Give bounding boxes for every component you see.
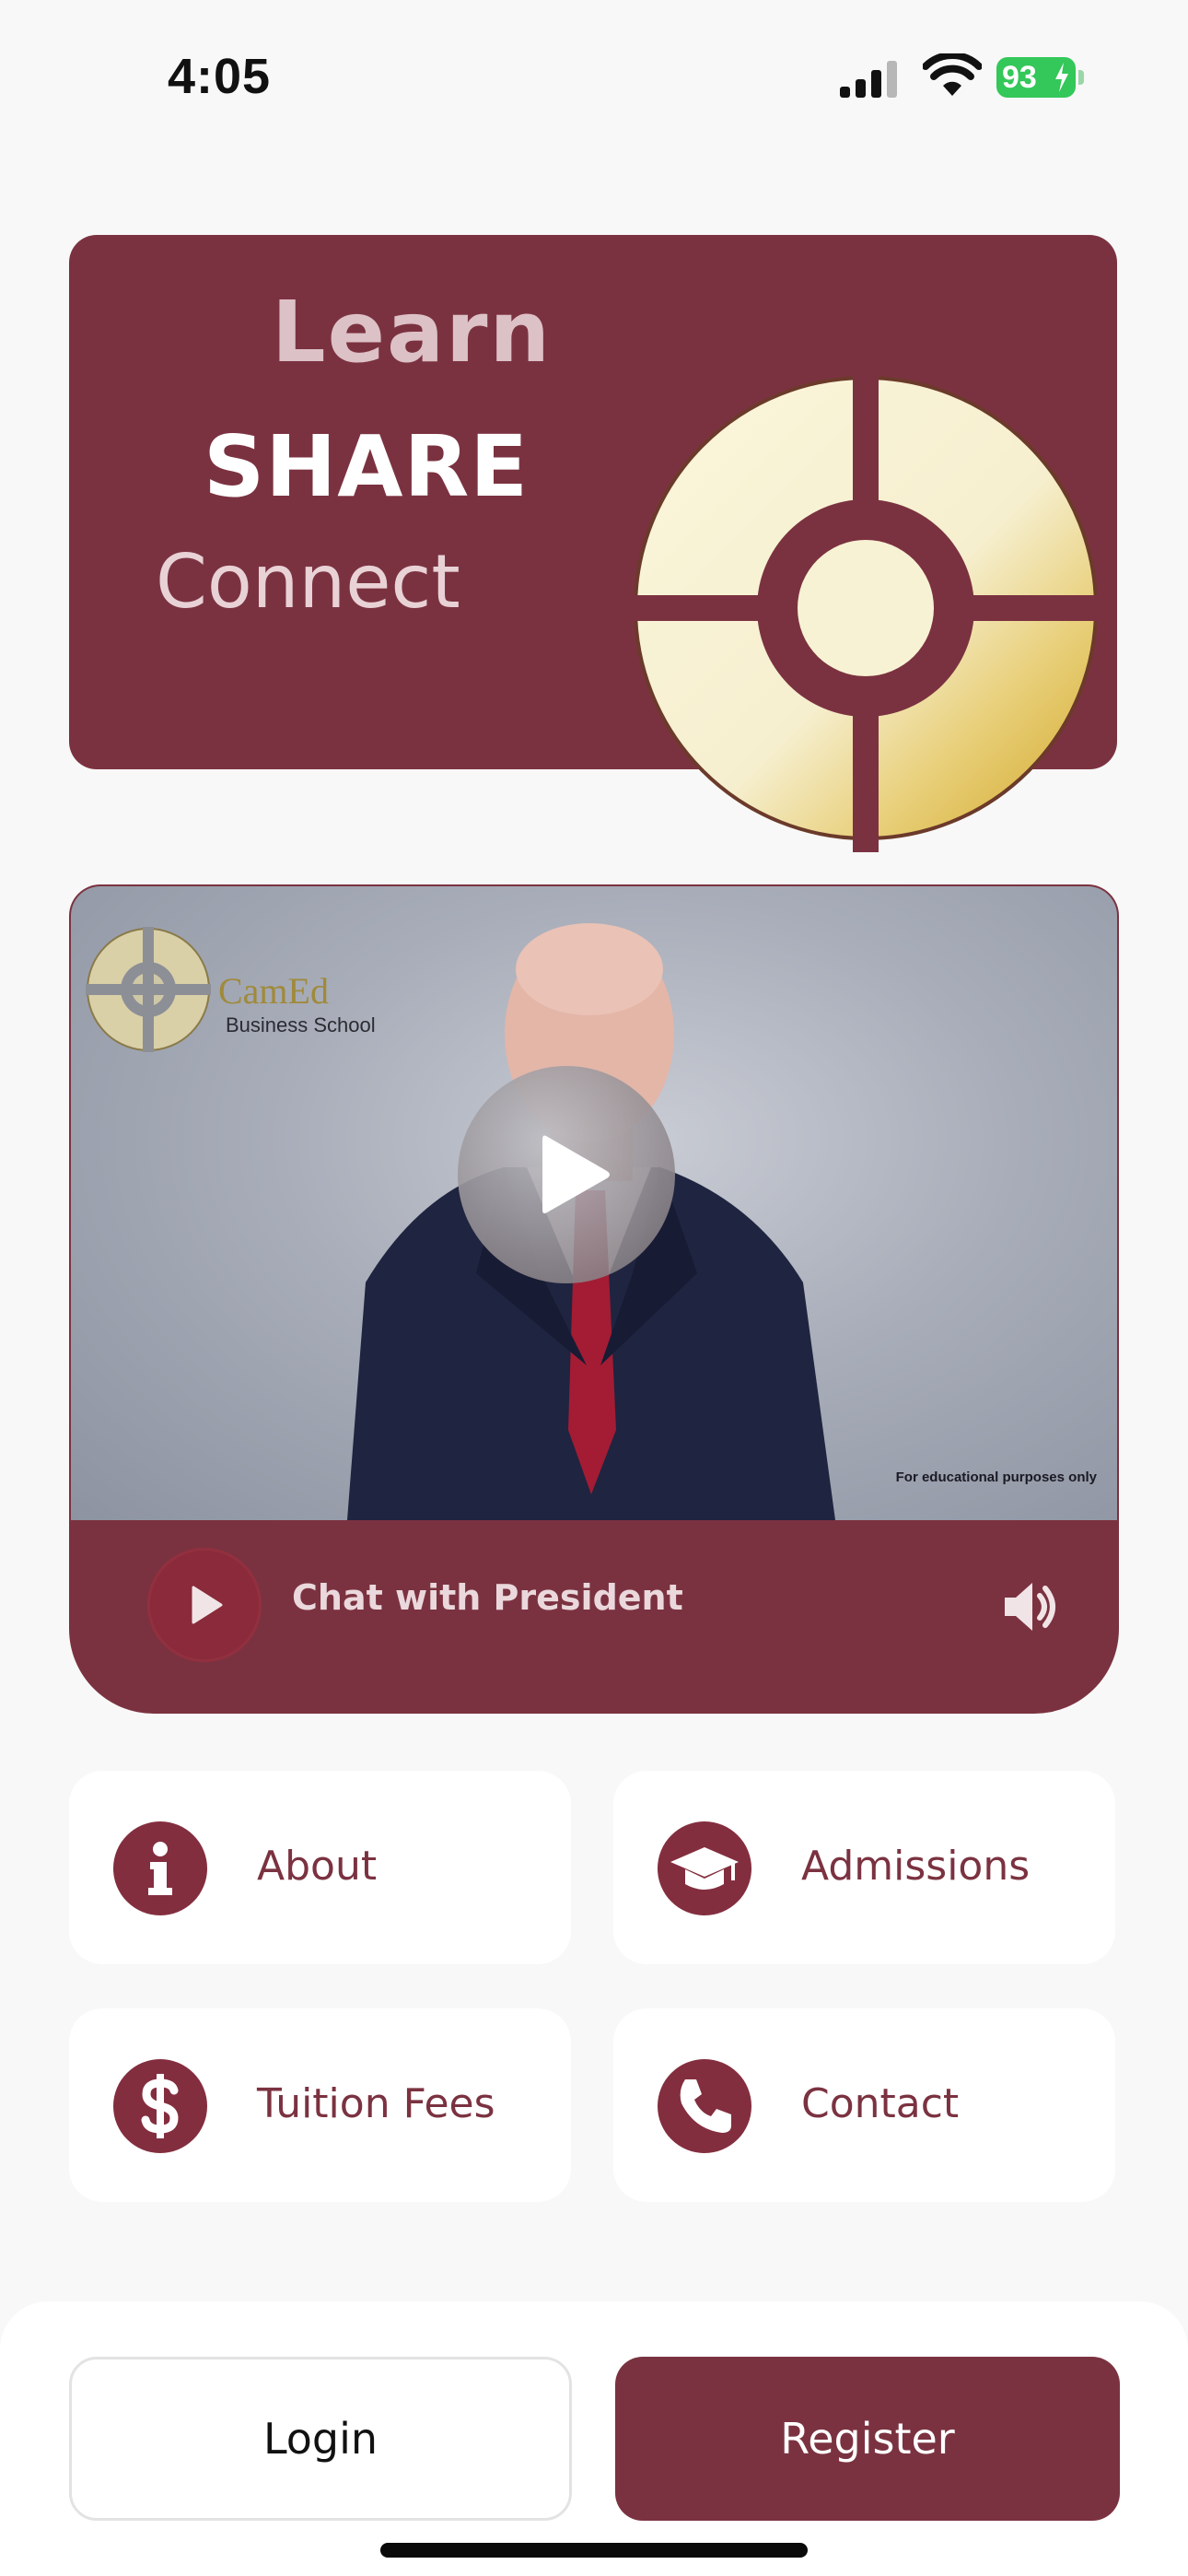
banner-learn: Learn xyxy=(272,283,552,381)
video-play-button[interactable] xyxy=(458,1066,675,1283)
menu-tile-about[interactable]: About xyxy=(69,1771,571,1964)
battery-nub xyxy=(1078,70,1084,85)
play-icon xyxy=(192,1586,223,1624)
audio-player-bar: Chat with President xyxy=(69,1520,1119,1714)
home-indicator[interactable] xyxy=(380,2543,808,2558)
signal-icon xyxy=(840,61,897,98)
wifi-icon xyxy=(923,53,982,96)
banner-share: SHARE xyxy=(204,417,530,516)
menu-tile-admissions[interactable]: Admissions xyxy=(613,1771,1115,1964)
graduation-cap-icon xyxy=(658,1821,751,1915)
school-name-top: CamEd xyxy=(218,970,329,1012)
info-icon xyxy=(113,1821,207,1915)
menu-tile-contact[interactable]: Contact xyxy=(613,2008,1115,2202)
menu-label-tuition-fees: Tuition Fees xyxy=(257,2080,495,2127)
register-button[interactable]: Register xyxy=(615,2357,1120,2521)
dollar-icon xyxy=(113,2059,207,2153)
video-player[interactable]: CamEd Business School For educational pu… xyxy=(71,886,1117,1520)
menu-label-admissions: Admissions xyxy=(801,1843,1031,1890)
video-card: CamEd Business School For educational pu… xyxy=(69,884,1119,1714)
volume-icon[interactable] xyxy=(1001,1577,1060,1636)
school-logo-icon xyxy=(626,373,1105,852)
banner-connect: Connect xyxy=(156,539,460,625)
charging-bolt-icon xyxy=(1055,63,1068,92)
video-watermark: For educational purposes only xyxy=(895,1469,1097,1485)
phone-icon xyxy=(658,2059,751,2153)
battery-level: 93 xyxy=(1002,60,1037,95)
player-title: Chat with President xyxy=(292,1577,683,1618)
play-icon xyxy=(542,1135,610,1213)
status-bar: 4:05 93 xyxy=(0,0,1188,157)
school-name-bottom: Business School xyxy=(226,1013,376,1036)
school-logo-small-icon xyxy=(86,927,211,1052)
chat-play-button[interactable] xyxy=(147,1548,262,1662)
menu-label-about: About xyxy=(257,1843,378,1890)
battery-icon: 93 xyxy=(996,57,1076,98)
login-button[interactable]: Login xyxy=(69,2357,572,2521)
auth-bottom-sheet: Login Register xyxy=(0,2301,1188,2576)
menu-tile-tuition-fees[interactable]: Tuition Fees xyxy=(69,2008,571,2202)
menu-label-contact: Contact xyxy=(801,2080,960,2127)
status-time: 4:05 xyxy=(168,49,272,104)
